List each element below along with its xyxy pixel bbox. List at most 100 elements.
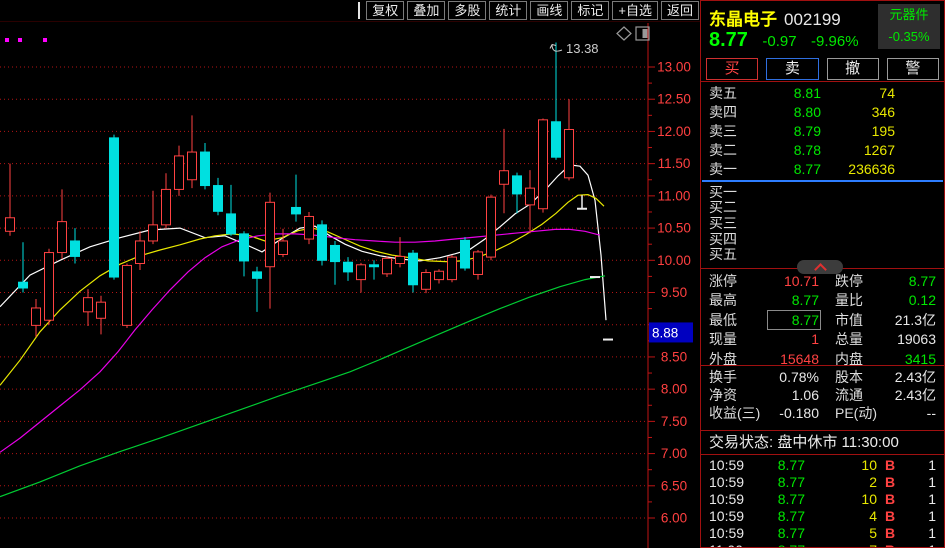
stat-label: 市值 [835,310,893,330]
tick-count: 1 [903,525,936,541]
tick-time: 11:00 [709,542,753,548]
collapse-chevron-button[interactable] [797,260,843,274]
toolbar-button-统计[interactable]: 统计 [489,1,527,20]
level-label: 卖四 [709,102,767,122]
level-volume: 236636 [821,161,895,177]
price-row: 8.77 -0.97 -9.96% [709,29,859,52]
candle-body [331,245,340,261]
level-price: 8.79 [767,123,821,139]
sell-level-row[interactable]: 卖二8.781267 [701,141,944,160]
axis-label: 7.50 [661,414,687,429]
stat-label: PE(动) [835,403,893,423]
tick-volume: 10 [805,457,877,473]
axis-label: 6.00 [661,511,687,526]
tick-time: 10:59 [709,525,753,541]
tick-row: 11:008.777B1 [701,541,944,548]
tick-volume: 10 [805,491,877,507]
stats-grid-secondary: 换手0.78%股本2.43亿净资1.06流通2.43亿收益(三)-0.180PE… [701,368,944,422]
candle-body [344,262,353,272]
trade-status-value: 盘中休市 11:30:00 [777,434,898,451]
toolbar-button-多股[interactable]: 多股 [448,1,486,20]
divider [701,365,944,366]
tick-volume: 7 [805,542,877,548]
tick-volume: 4 [805,508,877,524]
quote-panel: 东晶电子002199 元器件 -0.35% 8.77 -0.97 -9.96% … [700,0,945,548]
stat-value: 2.43亿 [893,367,936,387]
tick-count: 1 [903,542,936,548]
stat-value: 8.77 [769,292,819,308]
candle-body [435,271,444,279]
level-label: 买五 [709,244,767,264]
stat-label: 总量 [835,329,893,349]
tick-row: 10:598.774B1 [701,507,944,524]
candle-body [45,253,54,321]
tick-list[interactable]: 10:598.7710B110:598.772B110:598.7710B110… [701,456,944,548]
axis-label: 8.00 [661,382,687,397]
candle-body [396,256,405,263]
candle-body [227,214,236,234]
sell-level-row[interactable]: 卖三8.79195 [701,121,944,140]
trade-button-警[interactable]: 警 [887,58,939,80]
toolbar-button-+自选[interactable]: +自选 [612,1,658,20]
candle-body [461,240,470,268]
candle-body [149,225,158,241]
candle-body [448,257,457,280]
candle-body [6,218,15,232]
trade-buttons: 买卖撤警 [706,58,939,80]
axis-label: 11.00 [658,188,691,203]
stat-label: 流通 [835,385,893,405]
sell-level-row[interactable]: 卖一8.77236636 [701,160,944,179]
industry-box[interactable]: 元器件 -0.35% [878,4,940,49]
stats-row: 现量1总量19063 [701,330,944,350]
toolbar-button-叠加[interactable]: 叠加 [407,1,445,20]
stat-value: 19063 [893,331,936,347]
trade-button-买[interactable]: 买 [706,58,758,80]
candle-body [136,241,145,264]
stat-value: 10.71 [769,273,819,289]
axis-label: 10.50 [657,221,691,236]
candlestick-chart[interactable]: 13.0012.5012.0011.5011.0010.5010.009.508… [0,23,700,548]
tick-price: 8.77 [753,525,805,541]
candle-body [201,152,210,186]
stat-label: 净资 [709,385,769,405]
price-change: -0.97 [762,33,796,50]
level-price: 8.81 [767,85,821,101]
level-label: 卖三 [709,121,767,141]
tick-volume: 2 [805,474,877,490]
toolbar-button-画线[interactable]: 画线 [530,1,568,20]
tick-price: 8.77 [753,491,805,507]
tick-row: 10:598.775B1 [701,524,944,541]
candle-body [474,252,483,275]
toolbar-button-标记[interactable]: 标记 [571,1,609,20]
price-change-pct: -9.96% [811,33,859,50]
trade-button-撤[interactable]: 撤 [827,58,879,80]
tick-count: 1 [903,508,936,524]
toolbar-button-返回[interactable]: 返回 [661,1,699,20]
candle-body [19,282,28,288]
toolbar-separator [358,2,360,19]
trade-button-卖[interactable]: 卖 [766,58,818,80]
tick-direction-flag: B [877,525,903,541]
tick-count: 1 [903,457,936,473]
candle-body [565,129,574,177]
stat-value: -- [893,405,936,421]
stats-row: 换手0.78%股本2.43亿 [701,368,944,386]
stats-row: 收益(三)-0.180PE(动)-- [701,404,944,422]
candle-body [513,176,522,194]
candle-body [292,207,301,213]
ma-line-MA10 [0,195,604,386]
tick-price: 8.77 [753,457,805,473]
stat-label: 现量 [709,329,769,349]
level-label: 卖一 [709,159,767,179]
sell-level-row[interactable]: 卖四8.80346 [701,102,944,121]
tick-time: 10:59 [709,457,753,473]
toolbar-button-复权[interactable]: 复权 [366,1,404,20]
stat-value: -0.180 [769,405,819,421]
candle-body [370,265,379,267]
toolbar-buttons: 复权叠加多股统计画线标记+自选返回 [366,1,699,20]
candle-body [305,216,314,239]
level-price: 8.77 [767,161,821,177]
axis-label: 10.00 [657,253,691,268]
sell-level-row[interactable]: 卖五8.8174 [701,83,944,102]
axis-label: 7.00 [661,446,687,461]
